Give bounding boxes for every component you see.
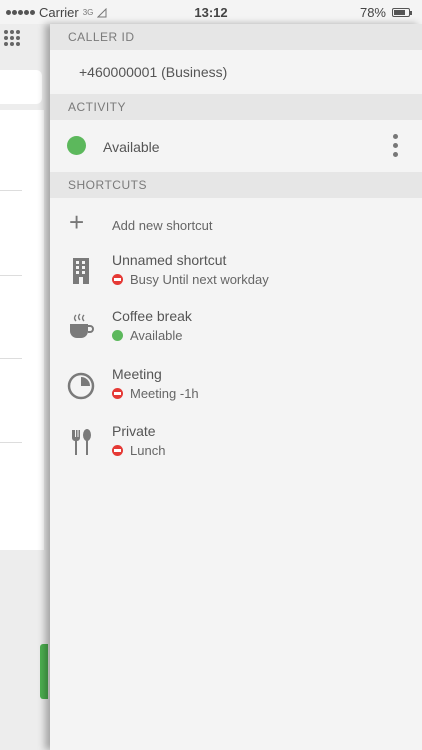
shortcut-status-text: Meeting -1h	[130, 386, 199, 401]
activity-header: ACTIVITY	[50, 94, 422, 120]
fork-spoon-icon	[72, 429, 91, 455]
shortcuts-header: SHORTCUTS	[50, 172, 422, 198]
activity-label: Available	[103, 139, 160, 155]
caller-id-value: +460000001 (Business)	[79, 64, 228, 80]
battery-percent: 78%	[359, 5, 386, 20]
available-status-icon	[67, 136, 86, 155]
status-indicator-tab[interactable]	[40, 644, 48, 699]
shortcut-status: Busy Until next workday	[112, 272, 269, 287]
busy-status-icon	[112, 274, 123, 285]
building-icon	[73, 258, 89, 284]
caller-id-header: CALLER ID	[50, 24, 422, 50]
busy-status-icon	[112, 445, 123, 456]
shortcut-title: Unnamed shortcut	[112, 252, 227, 268]
contact-list-partial	[0, 110, 44, 550]
busy-status-icon	[112, 388, 123, 399]
shortcut-item[interactable]: Unnamed shortcut Busy Until next workday	[50, 248, 422, 304]
battery-info: 78%	[359, 5, 412, 20]
plus-icon: +	[69, 207, 85, 237]
battery-icon	[392, 8, 412, 17]
add-shortcut-button[interactable]: + Add new shortcut	[50, 198, 422, 248]
search-field-partial[interactable]	[0, 70, 42, 104]
shortcut-status: Lunch	[112, 443, 165, 458]
status-bar: Carrier 3G 13:12 78%	[0, 0, 422, 24]
available-status-icon	[112, 330, 123, 341]
shortcut-item[interactable]: Private Lunch	[50, 419, 422, 475]
caller-id-row[interactable]: +460000001 (Business)	[50, 50, 422, 94]
shortcut-status: Available	[112, 328, 183, 343]
clock: 13:12	[194, 5, 228, 20]
shortcut-status-text: Available	[130, 328, 183, 343]
dialpad-icon[interactable]	[4, 30, 20, 46]
shortcut-item[interactable]: Meeting Meeting -1h	[50, 362, 422, 419]
shortcut-title: Coffee break	[112, 308, 192, 324]
clock-icon	[67, 372, 95, 400]
shortcut-status-text: Busy Until next workday	[130, 272, 269, 287]
shortcut-title: Private	[112, 423, 156, 439]
shortcut-title: Meeting	[112, 366, 162, 382]
add-shortcut-label: Add new shortcut	[112, 218, 213, 233]
main-view-background	[0, 24, 50, 750]
shortcut-status: Meeting -1h	[112, 386, 199, 401]
shortcut-item[interactable]: Coffee break Available	[50, 304, 422, 362]
activity-row[interactable]: Available	[50, 120, 422, 172]
shortcut-status-text: Lunch	[130, 443, 166, 458]
coffee-cup-icon	[70, 313, 94, 338]
more-options-icon[interactable]	[393, 134, 398, 157]
status-drawer: CALLER ID +460000001 (Business) ACTIVITY…	[50, 24, 422, 750]
